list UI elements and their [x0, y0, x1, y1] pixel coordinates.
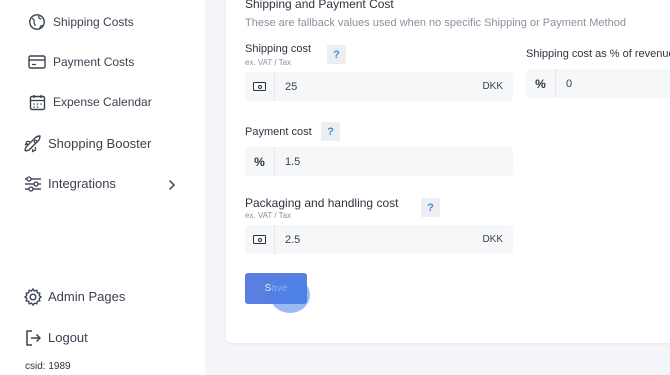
cash-icon: [245, 72, 275, 101]
currency-unit: DKK: [482, 81, 503, 92]
section-description: These are fallback values used when no s…: [245, 17, 626, 29]
currency-unit: DKK: [482, 234, 503, 245]
cash-icon: [245, 225, 275, 254]
shipping-pct-input[interactable]: % 0: [526, 69, 670, 98]
gear-icon: [22, 286, 44, 308]
sliders-icon: [22, 173, 44, 195]
sidebar-item-expense-calendar[interactable]: Expense Calendar: [0, 92, 205, 112]
payment-cost-value: 1.5: [285, 155, 301, 168]
packaging-cost-input[interactable]: 2.5 DKK: [245, 225, 513, 254]
sidebar-item-label: Integrations: [48, 176, 116, 191]
credit-card-icon: [27, 52, 47, 72]
sidebar-item-admin-pages[interactable]: Admin Pages: [0, 286, 205, 308]
sidebar-item-integrations[interactable]: Integrations: [0, 173, 205, 195]
sidebar-item-label: Expense Calendar: [53, 95, 152, 109]
sidebar-item-shipping-costs[interactable]: Shipping Costs: [0, 12, 205, 32]
packaging-cost-value: 2.5: [285, 233, 301, 246]
help-icon[interactable]: ?: [321, 122, 340, 141]
packaging-cost-sub: ex. VAT / Tax: [245, 211, 292, 220]
shipping-cost-sub: ex. VAT / Tax: [245, 58, 292, 67]
csid-label: csid: 1989: [25, 361, 71, 372]
logout-icon: [22, 327, 44, 349]
shipping-pct-label: Shipping cost as % of revenue: [526, 48, 670, 60]
sidebar-item-logout[interactable]: Logout: [0, 327, 205, 349]
sidebar-item-label: Shipping Costs: [53, 15, 134, 29]
sidebar-item-label: Logout: [48, 330, 88, 345]
sidebar-item-shopping-booster[interactable]: Shopping Booster: [0, 133, 205, 155]
calendar-icon: [27, 92, 47, 112]
shipping-cost-value: 25: [285, 80, 298, 93]
packaging-cost-label: Packaging and handling cost: [245, 196, 399, 210]
chevron-right-icon[interactable]: [166, 178, 178, 190]
section-title: Shipping and Payment Cost: [245, 0, 394, 11]
payment-cost-input[interactable]: % 1.5: [245, 147, 513, 176]
percent-prefix: %: [245, 147, 275, 176]
help-icon[interactable]: ?: [421, 198, 440, 217]
shipping-cost-label: Shipping cost: [245, 43, 312, 55]
click-indicator: [270, 277, 310, 313]
sidebar-item-payment-costs[interactable]: Payment Costs: [0, 52, 205, 72]
sidebar-item-label: Shopping Booster: [48, 136, 152, 151]
globe-icon: [27, 12, 47, 32]
payment-cost-label: Payment cost: [245, 126, 312, 138]
help-icon[interactable]: ?: [327, 45, 346, 64]
sidebar-item-label: Admin Pages: [48, 289, 126, 304]
shipping-cost-input[interactable]: 25 DKK: [245, 72, 513, 101]
percent-prefix: %: [526, 69, 556, 98]
rocket-icon: [22, 133, 44, 155]
sidebar: Shipping Costs Payment Costs Expense Cal…: [0, 0, 205, 375]
shipping-pct-value: 0: [566, 77, 573, 90]
sidebar-item-label: Payment Costs: [53, 55, 135, 69]
